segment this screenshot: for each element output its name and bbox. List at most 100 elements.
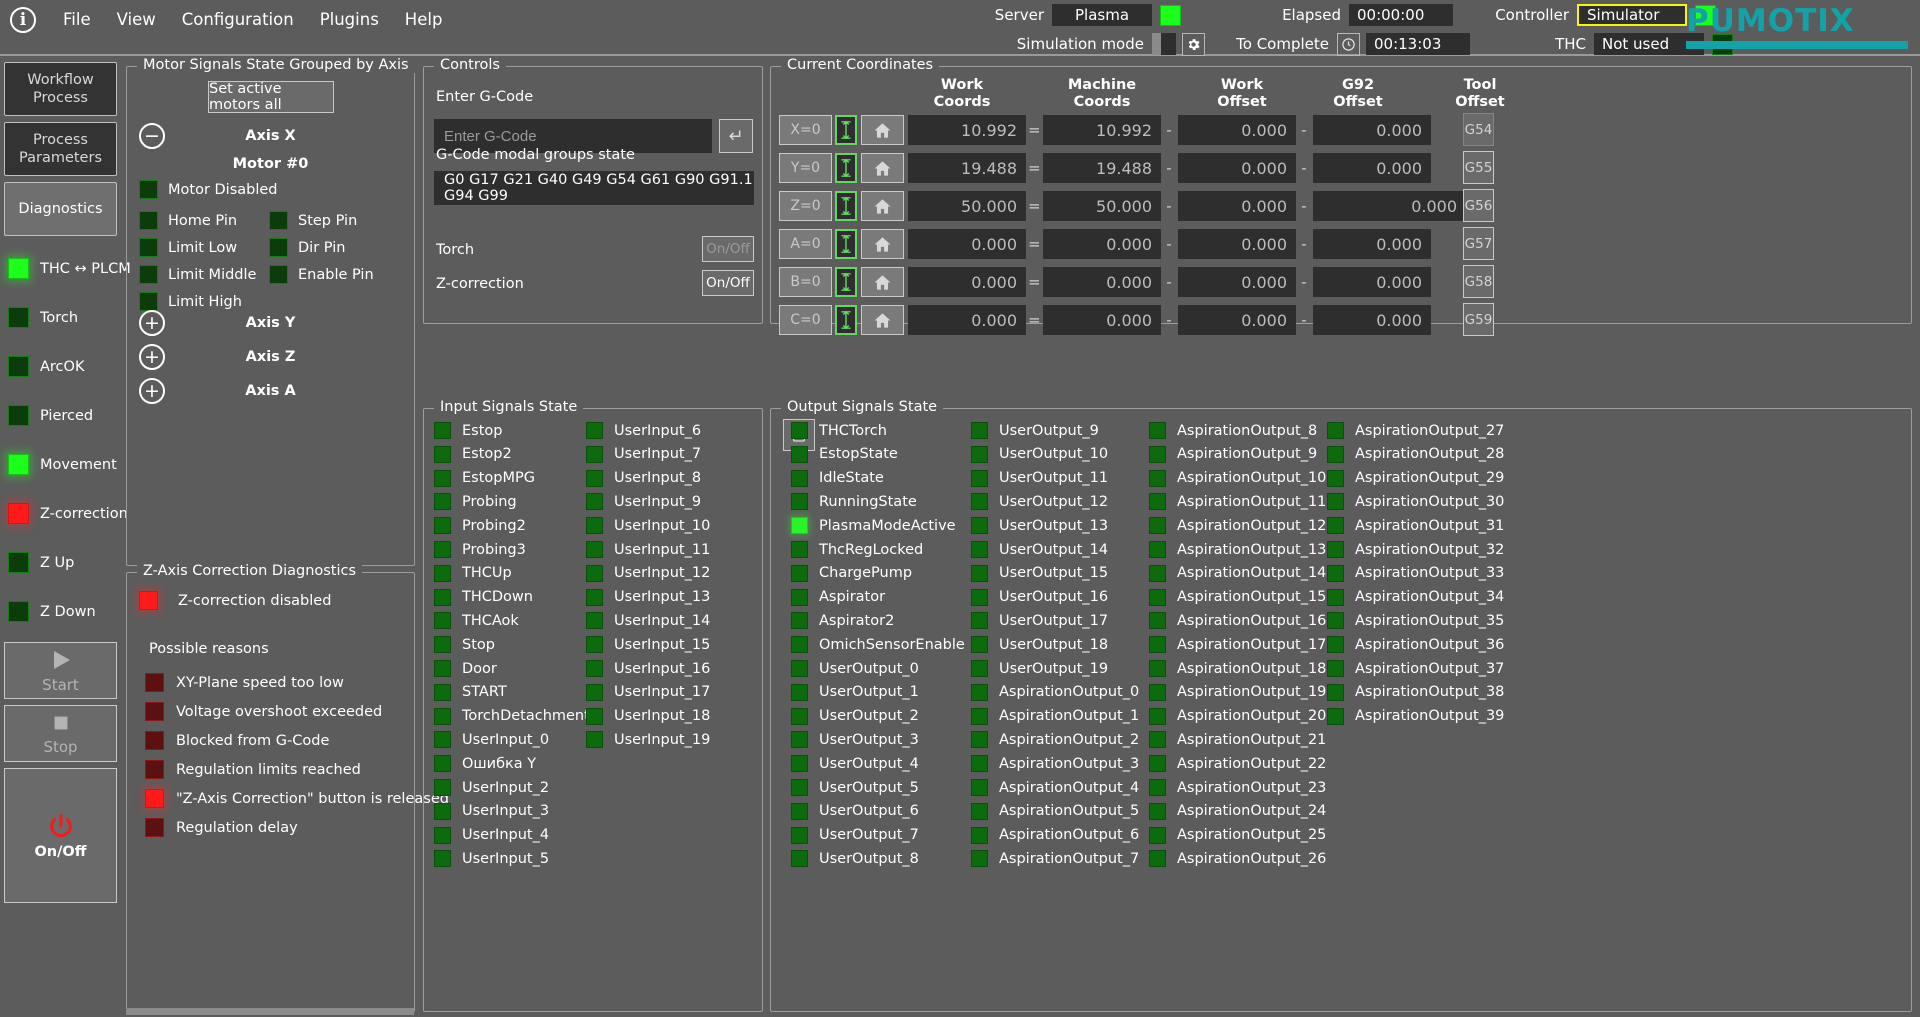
gear-icon[interactable] (1182, 33, 1205, 56)
menu-item-plugins[interactable]: Plugins (307, 6, 392, 33)
signal-userinput-5: UserInput_5 (434, 850, 549, 867)
status-led (791, 565, 808, 582)
left-panel-scrollbar[interactable] (126, 1008, 414, 1015)
reason-label: Regulation limits reached (176, 762, 361, 778)
stop-button[interactable]: Stop (4, 705, 117, 762)
clock-icon[interactable] (1337, 33, 1360, 56)
status-led (269, 265, 288, 284)
status-led (1149, 517, 1166, 534)
indicator-z-correction: Z-correction (0, 489, 121, 538)
signal-label: UserInput_0 (462, 732, 549, 748)
gcode-modal-value: G0 G17 G21 G40 G49 G54 G61 G90 G91.1 G94… (434, 171, 754, 205)
status-led (1327, 565, 1344, 582)
home-icon (873, 273, 892, 292)
status-led (145, 702, 164, 721)
signal-start: START (434, 684, 507, 701)
zero-z-button[interactable]: Z=0 (779, 191, 832, 221)
sidebar-item-process-parameters[interactable]: Process Parameters (4, 122, 117, 176)
status-led (8, 405, 29, 426)
signal-label: AspirationOutput_2 (999, 732, 1139, 748)
wcs-button-g55[interactable]: G55 (1463, 151, 1494, 184)
status-led (1149, 541, 1166, 558)
wcs-button-g54[interactable]: G54 (1463, 113, 1494, 146)
signal-label: UserOutput_16 (999, 589, 1108, 605)
probe-y-icon[interactable] (835, 153, 857, 183)
status-led (434, 636, 451, 653)
play-icon (48, 648, 74, 672)
signal-label: AspirationOutput_22 (1177, 756, 1326, 772)
signal-userinput-16: UserInput_16 (586, 660, 710, 677)
tool-offset-z: 0.000 (1348, 191, 1466, 221)
enter-key-icon[interactable]: ↵ (719, 119, 753, 153)
status-led (971, 684, 988, 701)
home-a-button[interactable] (861, 229, 904, 259)
status-led (434, 803, 451, 820)
menu-item-help[interactable]: Help (392, 6, 456, 33)
home-z-button[interactable] (861, 191, 904, 221)
signal-userinput-3: UserInput_3 (434, 803, 549, 820)
signal-label: IdleState (819, 470, 884, 486)
probe-x-icon[interactable] (835, 115, 857, 145)
status-led (791, 493, 808, 510)
equals-sign: = (1028, 159, 1040, 177)
to-complete-value: 00:13:03 (1366, 33, 1470, 55)
power-onoff-button[interactable]: On/Off (4, 768, 117, 903)
indicator-label: Z Down (40, 604, 96, 620)
z-correction-onoff-button[interactable]: On/Off (702, 270, 754, 296)
home-x-button[interactable] (861, 115, 904, 145)
signal-label: AspirationOutput_23 (1177, 780, 1326, 796)
z-axis-correction-diagnostics-panel: Z-Axis Correction Diagnostics Z-correcti… (126, 572, 415, 1012)
coordinates-panel-title: Current Coordinates (781, 57, 939, 73)
signal-label: AspirationOutput_13 (1177, 542, 1326, 558)
signal-aspirationoutput-36: AspirationOutput_36 (1327, 636, 1504, 653)
torch-label: Torch (436, 242, 474, 258)
signal-aspirationoutput-23: AspirationOutput_23 (1149, 779, 1326, 796)
zero-y-button[interactable]: Y=0 (779, 153, 832, 183)
probe-b-icon[interactable] (835, 267, 857, 297)
sidebar-item-workflow-process[interactable]: Workflow Process (4, 62, 117, 116)
server-value[interactable]: Plasma (1052, 4, 1152, 26)
signal-label: AspirationOutput_27 (1355, 423, 1504, 439)
menu-item-file[interactable]: File (50, 6, 104, 33)
minus-sign: - (1298, 235, 1310, 253)
status-led (1327, 636, 1344, 653)
set-active-motors-all-button[interactable]: Set active motors all (208, 81, 334, 113)
controller-value[interactable]: Simulator (1577, 4, 1687, 26)
signal-probing: Probing (434, 493, 517, 510)
signal-label: AspirationOutput_5 (999, 803, 1139, 819)
signal-label: AspirationOutput_28 (1355, 446, 1504, 462)
machine-coord-x: 10.992 (1043, 115, 1161, 145)
server-status-led (1160, 5, 1181, 26)
wcs-button-g56[interactable]: G56 (1463, 189, 1494, 222)
status-led (434, 541, 451, 558)
signal-useroutput-17: UserOutput_17 (971, 612, 1108, 629)
home-y-button[interactable] (861, 153, 904, 183)
sidebar-item-diagnostics[interactable]: Diagnostics (4, 182, 117, 236)
torch-onoff-button[interactable]: On/Off (702, 236, 754, 262)
probe-a-icon[interactable] (835, 229, 857, 259)
sidebar-item-label: Workflow Process (27, 71, 94, 107)
probe-c-icon[interactable] (835, 305, 857, 335)
zero-a-button[interactable]: A=0 (779, 229, 832, 259)
status-led (1149, 660, 1166, 677)
wcs-button-g57[interactable]: G57 (1463, 227, 1494, 260)
menu-item-configuration[interactable]: Configuration (169, 6, 307, 33)
simulation-mode-toggle[interactable] (1152, 33, 1176, 55)
wcs-button-g59[interactable]: G59 (1463, 303, 1494, 336)
start-button[interactable]: Start (4, 642, 117, 699)
minus-sign: - (1163, 311, 1175, 329)
signal-label: UserInput_7 (614, 446, 701, 462)
signal-thcdown: THCDown (434, 589, 533, 606)
home-c-button[interactable] (861, 305, 904, 335)
minus-sign: - (1163, 197, 1175, 215)
signal-torchdetachment: TorchDetachment (434, 708, 590, 725)
menu-item-view[interactable]: View (104, 6, 169, 33)
zero-c-button[interactable]: C=0 (779, 305, 832, 335)
home-b-button[interactable] (861, 267, 904, 297)
info-icon[interactable]: i (10, 7, 36, 33)
wcs-button-g58[interactable]: G58 (1463, 265, 1494, 298)
signal-probing2: Probing2 (434, 517, 526, 534)
zero-x-button[interactable]: X=0 (779, 115, 832, 145)
zero-b-button[interactable]: B=0 (779, 267, 832, 297)
probe-z-icon[interactable] (835, 191, 857, 221)
